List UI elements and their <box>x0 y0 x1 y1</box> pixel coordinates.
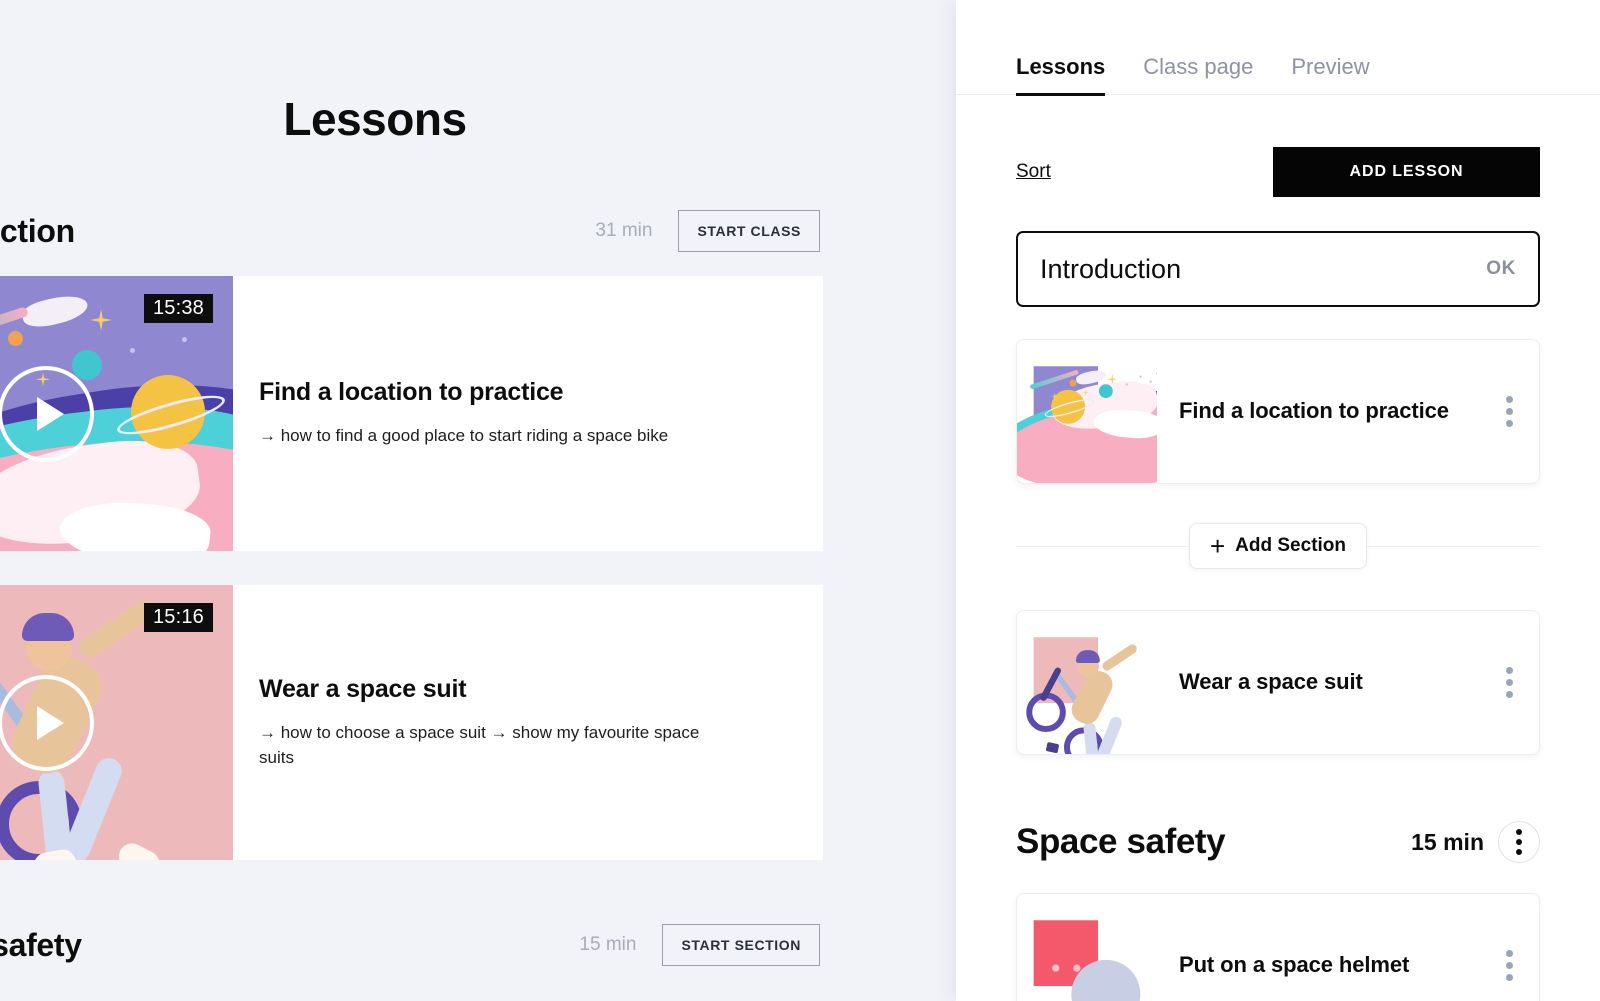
confirm-section-name-button[interactable]: OK <box>1486 258 1516 280</box>
editor-lesson-row[interactable]: Find a location to practice <box>1016 339 1540 484</box>
space-helmet-illustration <box>1033 920 1141 1001</box>
bmx-rider-illustration <box>1026 637 1139 754</box>
lesson-description: → how to find a good place to start ridi… <box>259 426 669 446</box>
kebab-menu-icon[interactable] <box>1498 821 1540 863</box>
preview-section-header-introduction: roduction 31 min START CLASS <box>0 210 890 252</box>
editor-tabs: Lessons Class page Preview <box>956 54 1600 96</box>
lesson-title: Find a location to practice <box>1179 398 1449 424</box>
space-whale-illustration <box>1017 366 1157 483</box>
start-section-button[interactable]: START SECTION <box>662 924 820 966</box>
preview-section-duration: 15 min <box>579 934 637 955</box>
play-icon[interactable] <box>0 365 94 462</box>
preview-lesson-card[interactable]: 15:38 Find a location to practice → how … <box>0 276 823 551</box>
editor-lesson-row[interactable]: Put on a space helmet <box>1016 893 1540 1001</box>
section-title: Space safety <box>1016 822 1226 861</box>
lesson-description: → how to choose a space suit → show my f… <box>259 722 700 768</box>
section-name-input[interactable] <box>1040 253 1487 285</box>
lesson-thumbnail <box>1017 894 1157 1001</box>
lesson-thumbnail <box>1017 340 1157 483</box>
preview-section-name: roduction <box>0 212 75 249</box>
plus-icon: + <box>1209 530 1226 561</box>
start-class-button[interactable]: START CLASS <box>678 210 820 252</box>
kebab-menu-icon[interactable] <box>1493 950 1539 981</box>
add-lesson-button[interactable]: ADD LESSON <box>1273 147 1540 197</box>
lesson-title: Wear a space suit <box>1179 669 1363 695</box>
app-screen: Lessons roduction 31 min START CLASS <box>0 0 1600 1001</box>
preview-section-duration: 31 min <box>595 220 653 241</box>
page-title: Lessons <box>283 93 467 145</box>
lesson-editor-panel: Lessons Class page Preview Sort ADD LESS… <box>956 0 1600 1001</box>
lesson-title: Wear a space suit <box>259 674 467 703</box>
lesson-title: Put on a space helmet <box>1179 952 1410 978</box>
lesson-duration-badge: 15:16 <box>143 603 213 632</box>
add-section-button[interactable]: + Add Section <box>1188 523 1368 569</box>
lesson-card-body: Wear a space suit → how to choose a spac… <box>233 585 823 860</box>
play-icon[interactable] <box>0 674 94 771</box>
tab-lessons[interactable]: Lessons <box>1016 54 1106 96</box>
section-name-edit-row[interactable]: OK <box>1016 231 1540 307</box>
section-duration: 15 min <box>1411 828 1484 855</box>
lesson-thumbnail[interactable]: 15:16 <box>0 585 233 860</box>
class-preview-pane: Lessons roduction 31 min START CLASS <box>0 0 956 1001</box>
kebab-menu-icon[interactable] <box>1493 396 1539 427</box>
tab-class-page[interactable]: Class page <box>1143 54 1253 94</box>
editor-toolbar: Sort ADD LESSON <box>956 147 1600 197</box>
sort-button[interactable]: Sort <box>1016 161 1051 183</box>
tab-preview[interactable]: Preview <box>1291 54 1369 94</box>
editor-section-header-space-safety: Space safety 15 min <box>1016 817 1540 863</box>
lesson-thumbnail[interactable]: 15:38 <box>0 276 233 551</box>
kebab-menu-icon[interactable] <box>1493 667 1539 698</box>
lesson-card-body: Find a location to practice → how to fin… <box>233 276 823 551</box>
add-section-label: Add Section <box>1235 535 1347 556</box>
preview-lesson-card[interactable]: 15:16 Wear a space suit → how to choose … <box>0 585 823 860</box>
preview-section-header-space-safety: ace safety 15 min START SECTION <box>0 924 890 966</box>
editor-lesson-row[interactable]: Wear a space suit <box>1016 610 1540 755</box>
lesson-duration-badge: 15:38 <box>143 294 213 323</box>
lesson-thumbnail <box>1017 611 1157 754</box>
preview-section-name: ace safety <box>0 926 82 963</box>
add-section-row: + Add Section <box>1016 518 1540 574</box>
lesson-title: Find a location to practice <box>259 378 564 407</box>
